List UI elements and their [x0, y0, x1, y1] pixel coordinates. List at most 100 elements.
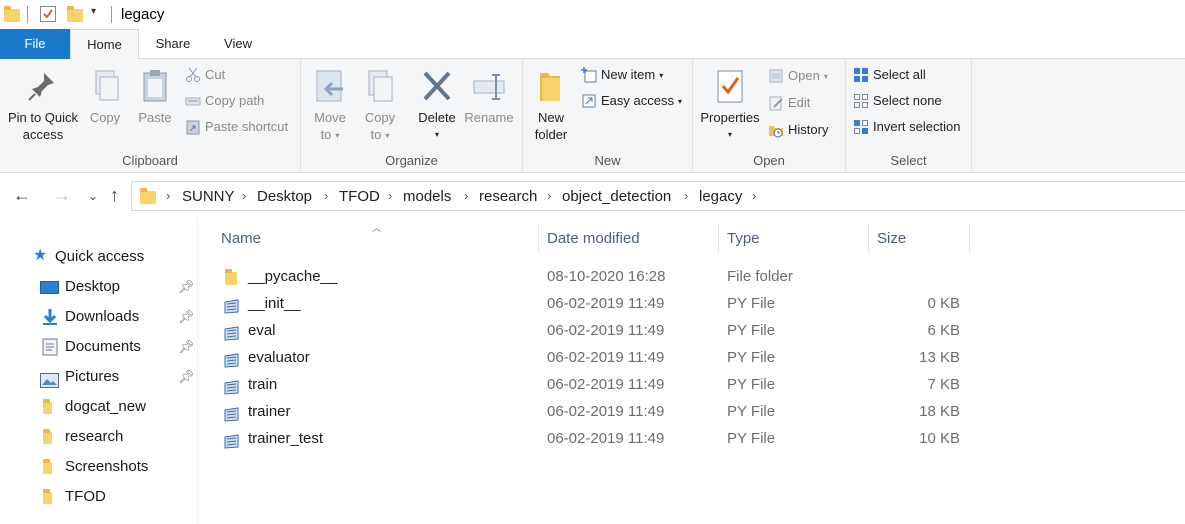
up-arrow-icon[interactable]: ↑ — [110, 185, 119, 205]
copy-path-label: Copy path — [205, 93, 265, 108]
column-header-type[interactable]: Type — [727, 230, 760, 247]
pin-to-quick-access-button[interactable]: Pin to Quick access — [5, 69, 81, 143]
pin-icon[interactable]: 📌︎ — [178, 273, 195, 301]
breadcrumb-separator[interactable]: › — [242, 188, 246, 203]
move-to-button[interactable]: Move to ▾ — [309, 69, 351, 144]
pin-icon[interactable]: 📌︎ — [178, 303, 195, 331]
easy-access-button[interactable]: Easy access ▾ — [581, 91, 682, 111]
new-folder-button[interactable]: New folder — [529, 69, 573, 143]
delete-button[interactable]: Delete ▾ — [414, 69, 460, 143]
table-row[interactable]: __init__ 06-02-2019 11:49 PY File 0 KB — [199, 290, 1185, 317]
breadcrumb-separator[interactable]: › — [547, 188, 551, 203]
paste-button[interactable]: Paste — [133, 69, 177, 126]
sidebar-item-tfod[interactable]: TFOD — [0, 483, 198, 511]
select-all-button[interactable]: Select all — [853, 65, 926, 85]
recent-locations-chevron-icon[interactable]: ⌄ — [88, 186, 98, 206]
table-row[interactable]: __pycache__ 08-10-2020 16:28 File folder — [199, 263, 1185, 290]
breadcrumb-separator[interactable]: › — [684, 188, 688, 203]
tab-file[interactable]: File — [0, 29, 70, 59]
sidebar-item-documents[interactable]: Documents 📌︎ — [0, 333, 198, 361]
invert-selection-button[interactable]: Invert selection — [853, 117, 960, 137]
file-list: ︿ Name Date modified Type Size __pycache… — [199, 218, 1185, 524]
table-row[interactable]: trainer_test 06-02-2019 11:49 PY File 10… — [199, 425, 1185, 452]
edit-button[interactable]: Edit — [768, 93, 810, 113]
group-label-open: Open — [753, 153, 785, 168]
sidebar-item-desktop[interactable]: Desktop 📌︎ — [0, 273, 198, 301]
column-header-size[interactable]: Size — [877, 230, 906, 247]
paste-shortcut-button[interactable]: Paste shortcut — [185, 117, 288, 137]
breadcrumb-separator[interactable]: › — [752, 188, 756, 203]
back-arrow-icon[interactable]: ← — [13, 185, 31, 205]
table-row[interactable]: evaluator 06-02-2019 11:49 PY File 13 KB — [199, 344, 1185, 371]
sidebar-item-dogcat-new[interactable]: dogcat_new — [0, 393, 198, 421]
open-icon — [768, 68, 784, 84]
customize-toolbar-icon[interactable]: ▾ — [91, 6, 96, 17]
pin-icon[interactable]: 📌︎ — [178, 363, 195, 391]
sidebar-item-research[interactable]: research — [0, 423, 198, 451]
ribbon: Pin to Quick access Copy Paste Cut Copy … — [0, 59, 1185, 173]
sidebar-item-pictures[interactable]: Pictures 📌︎ — [0, 363, 198, 391]
column-divider[interactable] — [969, 224, 970, 254]
breadcrumb-tfod[interactable]: TFOD — [339, 188, 380, 205]
download-icon — [41, 308, 59, 336]
address-bar[interactable]: › SUNNY › Desktop › TFOD › models › rese… — [131, 181, 1185, 211]
file-name: __init__ — [248, 295, 301, 312]
breadcrumb-models[interactable]: models — [403, 188, 451, 205]
breadcrumb-separator[interactable]: › — [166, 188, 170, 203]
file-name: evaluator — [248, 349, 310, 366]
rename-button[interactable]: Rename — [464, 69, 514, 126]
properties-button[interactable]: Properties ▾ — [697, 69, 763, 143]
breadcrumb-object-detection[interactable]: object_detection — [562, 188, 671, 205]
breadcrumb-separator[interactable]: › — [388, 188, 392, 203]
invert-selection-icon — [853, 119, 869, 135]
tab-view[interactable]: View — [210, 29, 266, 59]
forward-arrow-icon[interactable]: → — [53, 185, 71, 205]
copy-to-label-2: to — [370, 127, 382, 142]
edit-icon — [768, 95, 784, 111]
open-button[interactable]: Open ▾ — [768, 66, 828, 86]
table-row[interactable]: eval 06-02-2019 11:49 PY File 6 KB — [199, 317, 1185, 344]
column-header-name[interactable]: Name — [221, 230, 261, 247]
table-row[interactable]: trainer 06-02-2019 11:49 PY File 18 KB — [199, 398, 1185, 425]
properties-quick-icon[interactable] — [40, 6, 56, 22]
folder-icon — [43, 429, 52, 444]
breadcrumb-legacy[interactable]: legacy — [699, 188, 742, 205]
breadcrumb-separator[interactable]: › — [464, 188, 468, 203]
pin-icon[interactable]: 📌︎ — [178, 333, 195, 361]
rename-icon — [472, 69, 506, 105]
new-item-button[interactable]: New item ▾ — [581, 65, 663, 85]
history-button[interactable]: History — [768, 120, 828, 140]
new-folder-quick-icon[interactable] — [67, 6, 83, 22]
sidebar-item-label: Desktop — [65, 278, 121, 295]
properties-icon — [713, 69, 747, 105]
python-file-icon — [223, 431, 240, 458]
cut-button[interactable]: Cut — [185, 65, 225, 85]
breadcrumb-sunny[interactable]: SUNNY — [182, 188, 235, 205]
breadcrumb-separator[interactable]: › — [324, 188, 328, 203]
tab-home[interactable]: Home — [70, 29, 139, 60]
tab-share[interactable]: Share — [145, 29, 201, 59]
sidebar-item-downloads[interactable]: Downloads 📌︎ — [0, 303, 198, 331]
column-divider[interactable] — [538, 224, 539, 254]
chevron-down-icon: ▾ — [727, 130, 732, 139]
file-size: 18 KB — [919, 403, 960, 420]
copy-label: Copy — [89, 110, 121, 125]
sidebar-item-label: dogcat_new — [65, 398, 146, 415]
sidebar-item-label: research — [65, 428, 124, 445]
column-header-date[interactable]: Date modified — [547, 230, 640, 247]
breadcrumb-research[interactable]: research — [479, 188, 537, 205]
copy-button[interactable]: Copy — [84, 69, 126, 126]
select-all-icon — [853, 67, 869, 83]
copy-to-icon — [363, 69, 397, 105]
sidebar-item-screenshots[interactable]: Screenshots — [0, 453, 198, 481]
select-none-button[interactable]: Select none — [853, 91, 942, 111]
breadcrumb-desktop[interactable]: Desktop — [257, 188, 312, 205]
table-row[interactable]: train 06-02-2019 11:49 PY File 7 KB — [199, 371, 1185, 398]
column-divider[interactable] — [718, 224, 719, 254]
column-divider[interactable] — [868, 224, 869, 254]
copy-to-button[interactable]: Copy to ▾ — [359, 69, 401, 144]
copy-path-button[interactable]: Copy path — [185, 91, 264, 111]
sidebar-item-quick-access[interactable]: ★ Quick access — [0, 243, 198, 271]
select-none-icon — [853, 93, 869, 109]
window-title: legacy — [121, 6, 165, 23]
